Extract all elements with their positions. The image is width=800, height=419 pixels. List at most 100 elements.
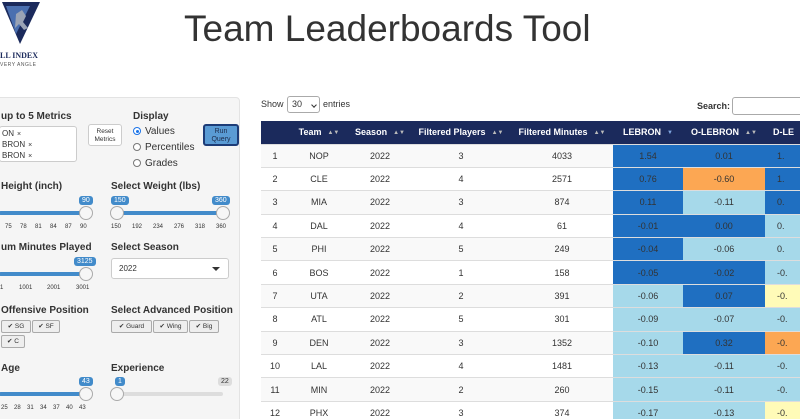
cell-filtered-players: 5: [411, 307, 511, 332]
table-row[interactable]: 8 ATL 2022 5 301 -0.09 -0.07 -0.: [261, 307, 800, 332]
advpos-guard-button[interactable]: ✔ Guard: [111, 320, 152, 333]
cell-o-lebron: -0.07: [683, 307, 765, 332]
table-header-row: Team ▲▼ Season ▲▼ Filtered Players ▲▼ Filte…: [261, 121, 800, 144]
page-title: Team Leaderboards Tool: [184, 8, 591, 49]
cell-season: 2022: [349, 260, 411, 285]
offpos-sg-button[interactable]: ✔ SG: [1, 320, 31, 333]
metric-tag[interactable]: ON ×: [2, 129, 21, 138]
metrics-select[interactable]: ON × BRON × BRON ×: [0, 126, 77, 162]
sort-desc-icon: ▼: [667, 130, 673, 137]
remove-icon[interactable]: ×: [28, 153, 32, 160]
cell-d-lebron: 1.: [765, 143, 800, 168]
cell-filtered-players: 3: [411, 190, 511, 215]
check-icon: ✔: [195, 323, 202, 330]
cell-filtered-minutes: 374: [511, 400, 613, 419]
age-label: Age: [1, 363, 20, 374]
cell-lebron: -0.05: [613, 260, 683, 285]
table-row[interactable]: 3 MIA 2022 3 874 0.11 -0.11 0.: [261, 190, 800, 215]
cell-season: 2022: [349, 190, 411, 215]
cell-filtered-players: 1: [411, 260, 511, 285]
col-header-d-lebron[interactable]: D-LE: [765, 121, 800, 144]
cell-o-lebron: -0.02: [683, 260, 765, 285]
age-max-value: 43: [79, 377, 93, 386]
cell-lebron: -0.06: [613, 283, 683, 308]
cell-o-lebron: -0.60: [683, 166, 765, 191]
weight-max-value: 360: [212, 196, 230, 205]
remove-icon[interactable]: ×: [28, 142, 32, 149]
table-row[interactable]: 7 UTA 2022 2 391 -0.06 0.07 -0.: [261, 283, 800, 308]
cell-lebron: -0.09: [613, 307, 683, 332]
cell-o-lebron: -0.11: [683, 190, 765, 215]
entries-select[interactable]: 30: [287, 96, 320, 113]
minutes-slider-fill: [0, 272, 85, 276]
height-slider-handle[interactable]: [79, 206, 93, 220]
cell-d-lebron: -0.: [765, 283, 800, 308]
cell-d-lebron: 0.: [765, 190, 800, 215]
table-row[interactable]: 9 DEN 2022 3 1352 -0.10 0.32 -0.: [261, 330, 800, 355]
col-header-o-lebron[interactable]: O-LEBRON ▲▼: [683, 121, 765, 144]
offpos-sf-button[interactable]: ✔ SF: [32, 320, 60, 333]
show-label: Show: [261, 99, 284, 109]
col-header-lebron[interactable]: LEBRON ▼: [613, 121, 683, 144]
cell-lebron: -0.04: [613, 237, 683, 261]
sort-icon: ▲▼: [745, 130, 757, 137]
minutes-slider-handle[interactable]: [79, 267, 93, 281]
metric-tag[interactable]: BRON ×: [2, 151, 32, 160]
col-header-team[interactable]: Team ▲▼: [289, 121, 349, 144]
metrics-label: up to 5 Metrics: [1, 111, 72, 122]
display-option-values[interactable]: Values: [133, 126, 175, 137]
cell-filtered-minutes: 158: [511, 260, 613, 285]
experience-max-value: 22: [218, 377, 232, 386]
sort-icon: ▲▼: [593, 130, 606, 137]
age-slider-handle[interactable]: [79, 387, 93, 401]
advpos-big-button[interactable]: ✔ Big: [189, 320, 219, 333]
cell-index: 4: [261, 213, 289, 238]
col-header-filtered-minutes[interactable]: Filtered Minutes ▲▼: [511, 121, 613, 144]
metric-tag[interactable]: BRON ×: [2, 140, 32, 149]
table-row[interactable]: 12 PHX 2022 3 374 -0.17 -0.13 -0.: [261, 400, 800, 419]
weight-slider-max-handle[interactable]: [216, 206, 230, 220]
cell-d-lebron: -0.: [765, 377, 800, 402]
season-select[interactable]: 2022: [111, 258, 229, 279]
col-header-filtered-players[interactable]: Filtered Players ▲▼: [411, 121, 511, 144]
cell-d-lebron: -0.: [765, 307, 800, 332]
search-input[interactable]: [732, 97, 800, 115]
cell-filtered-players: 4: [411, 354, 511, 378]
table-row[interactable]: 5 PHI 2022 5 249 -0.04 -0.06 0.: [261, 237, 800, 261]
display-option-grades[interactable]: Grades: [133, 158, 178, 169]
display-option-percentiles[interactable]: Percentiles: [133, 142, 194, 153]
table-row[interactable]: 1 NOP 2022 3 4033 1.54 0.01 1.: [261, 143, 800, 168]
cell-lebron: -0.13: [613, 354, 683, 378]
check-icon: ✔: [118, 323, 125, 330]
col-header-season[interactable]: Season ▲▼: [349, 121, 411, 144]
cell-season: 2022: [349, 283, 411, 308]
cell-team: ATL: [289, 307, 349, 332]
reset-metrics-button[interactable]: Reset Metrics: [88, 124, 122, 146]
logo-title: LL INDEX: [0, 51, 39, 60]
cell-d-lebron: 1.: [765, 166, 800, 191]
sidebar-panel: up to 5 Metrics ON × BRON × BRON × Reset Me…: [0, 97, 240, 419]
weight-slider-min-handle[interactable]: [110, 206, 124, 220]
table-row[interactable]: 10 LAL 2022 4 1481 -0.13 -0.11 -0.: [261, 354, 800, 378]
experience-slider-handle[interactable]: [110, 387, 124, 401]
remove-icon[interactable]: ×: [17, 131, 21, 138]
advpos-wing-button[interactable]: ✔ Wing: [153, 320, 188, 333]
minutes-label: um Minutes Played: [1, 242, 92, 253]
table-row[interactable]: 6 BOS 2022 1 158 -0.05 -0.02 -0.: [261, 260, 800, 285]
cell-lebron: 1.54: [613, 143, 683, 168]
cell-lebron: -0.10: [613, 330, 683, 355]
cell-d-lebron: 0.: [765, 213, 800, 238]
run-query-button[interactable]: Run Query: [203, 124, 239, 146]
table-row[interactable]: 2 CLE 2022 4 2571 0.76 -0.60 1.: [261, 166, 800, 191]
offpos-c-button[interactable]: ✔ C: [1, 335, 25, 348]
logo-emblem-icon: [0, 0, 46, 50]
cell-team: CLE: [289, 166, 349, 191]
logo-subtitle: VERY ANGLE: [0, 62, 37, 68]
experience-slider-track[interactable]: [117, 392, 223, 396]
cell-index: 8: [261, 307, 289, 332]
check-icon: ✔: [38, 323, 44, 330]
col-header-index[interactable]: [261, 121, 289, 144]
table-row[interactable]: 4 DAL 2022 4 61 -0.01 0.00 0.: [261, 213, 800, 238]
sort-icon: ▲▼: [491, 130, 504, 137]
table-row[interactable]: 11 MIN 2022 2 260 -0.15 -0.11 -0.: [261, 377, 800, 402]
